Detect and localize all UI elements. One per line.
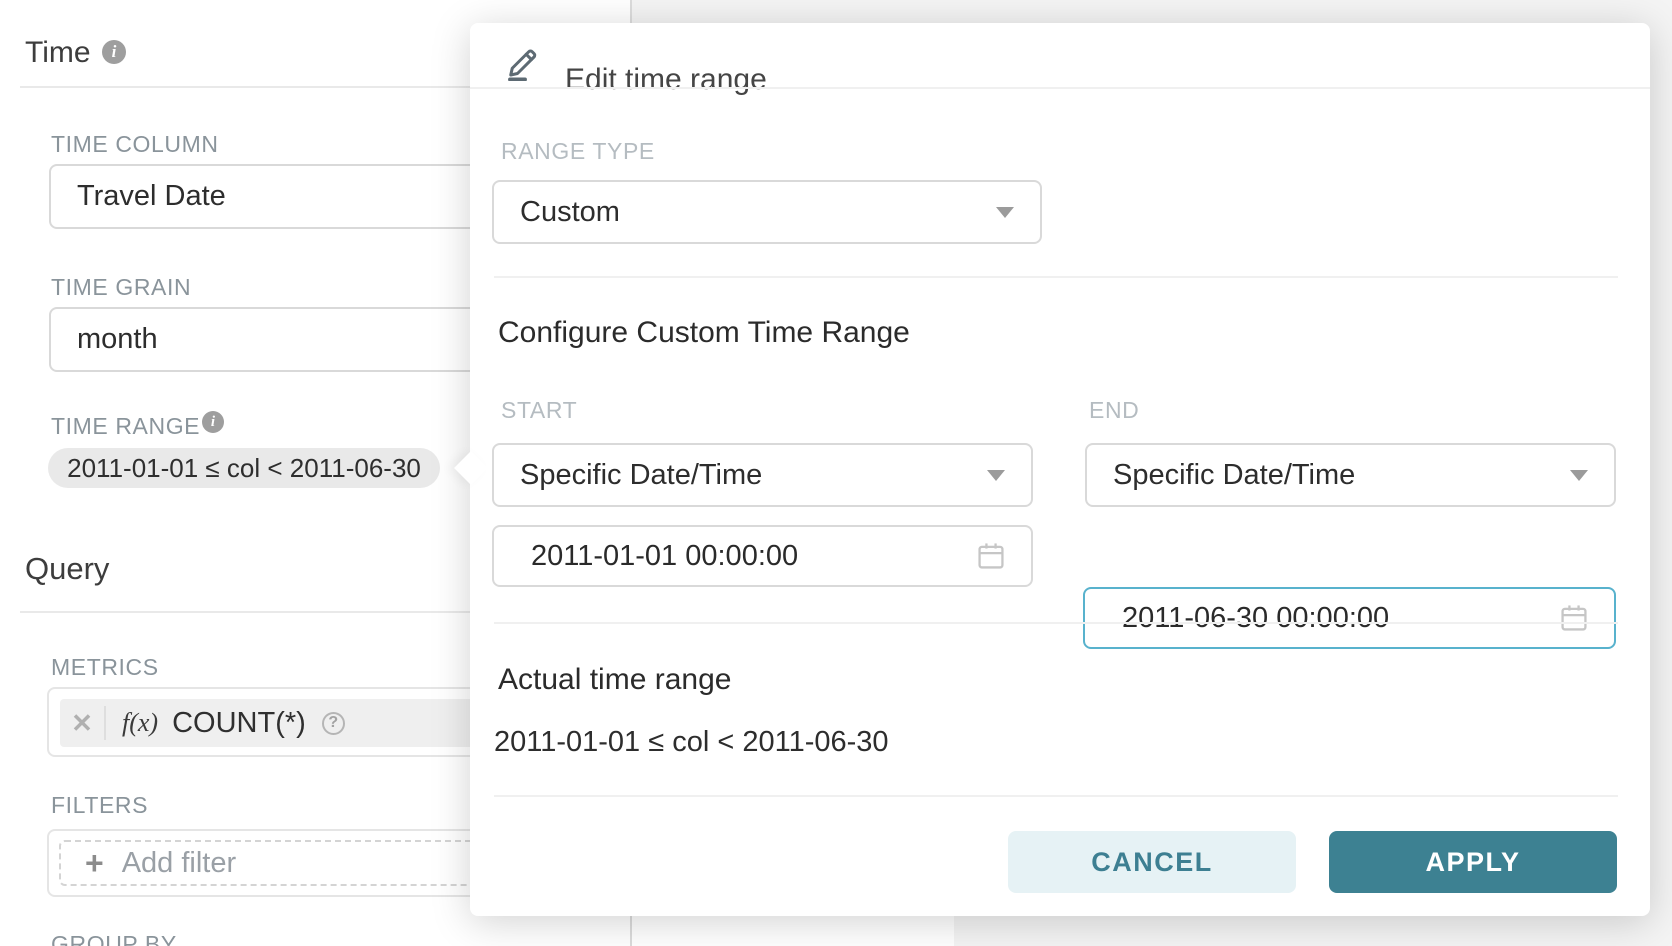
chevron-down-icon (996, 207, 1014, 218)
range-type-value: Custom (494, 196, 620, 229)
edit-pencil-icon (504, 39, 546, 81)
chevron-down-icon (1570, 470, 1588, 481)
start-mode-value: Specific Date/Time (494, 459, 762, 492)
panel-background-patch (632, 916, 954, 946)
time-grain-value: month (51, 323, 158, 356)
calendar-icon[interactable] (1558, 602, 1590, 634)
end-mode-select[interactable]: Specific Date/Time (1085, 443, 1616, 507)
remove-metric-icon[interactable]: ✕ (60, 699, 104, 747)
range-type-label: RANGE TYPE (501, 138, 655, 165)
apply-button[interactable]: APPLY (1329, 831, 1617, 893)
metric-help-icon[interactable]: ? (322, 712, 345, 735)
add-filter-label: Add filter (122, 847, 236, 880)
actual-time-range-heading: Actual time range (498, 663, 731, 697)
time-column-value: Travel Date (51, 180, 226, 213)
time-grain-label: TIME GRAIN (51, 274, 191, 301)
end-label: END (1089, 397, 1139, 424)
end-date-input[interactable]: 2011-06-30 00:00:00 (1083, 587, 1616, 649)
start-mode-select[interactable]: Specific Date/Time (492, 443, 1033, 507)
time-range-info-icon[interactable]: i (202, 411, 224, 433)
configure-heading: Configure Custom Time Range (498, 316, 910, 350)
time-info-icon[interactable]: i (102, 40, 126, 64)
cancel-button[interactable]: CANCEL (1008, 831, 1296, 893)
modal-divider (494, 276, 1618, 278)
modal-divider (494, 622, 1618, 624)
metrics-label: METRICS (51, 654, 159, 681)
time-column-label: TIME COLUMN (51, 131, 219, 158)
time-section-title: Time (25, 36, 91, 70)
range-type-select[interactable]: Custom (492, 180, 1042, 244)
calendar-icon[interactable] (975, 540, 1007, 572)
actual-time-range-value: 2011-01-01 ≤ col < 2011-06-30 (494, 726, 889, 759)
modal-footer-divider (494, 795, 1618, 797)
group-by-label: GROUP BY (51, 931, 177, 946)
start-date-input[interactable]: 2011-01-01 00:00:00 (492, 525, 1033, 587)
query-section-title: Query (25, 551, 109, 587)
start-date-value: 2011-01-01 00:00:00 (494, 540, 798, 573)
end-mode-value: Specific Date/Time (1087, 459, 1355, 492)
chevron-down-icon (987, 470, 1005, 481)
chip-separator (104, 706, 106, 740)
function-icon: f(x) (122, 708, 158, 738)
plus-icon: + (85, 847, 104, 879)
modal-header-divider (470, 87, 1650, 89)
end-date-value: 2011-06-30 00:00:00 (1085, 602, 1389, 635)
time-range-pill[interactable]: 2011-01-01 ≤ col < 2011-06-30 (48, 448, 440, 488)
start-label: START (501, 397, 577, 424)
edit-time-range-modal: Edit time range RANGE TYPE Custom Config… (470, 23, 1650, 916)
filters-label: FILTERS (51, 792, 148, 819)
metric-name: COUNT(*) (172, 707, 306, 740)
modal-title: Edit time range (565, 63, 767, 97)
time-range-label: TIME RANGE (51, 413, 200, 440)
